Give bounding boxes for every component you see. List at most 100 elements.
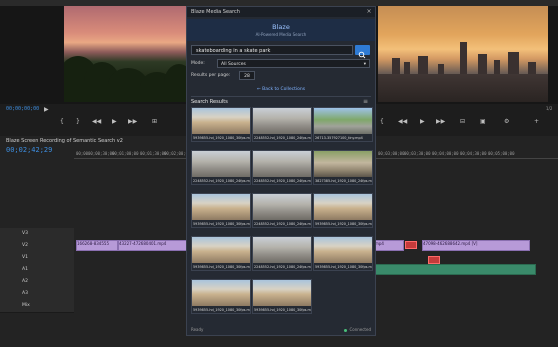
result-filename: 2248552-hd_1920_1080_24fps.mp4 — [254, 265, 312, 269]
railing — [378, 74, 548, 102]
results-per-page-input[interactable]: 28 — [239, 71, 255, 80]
result-preview-image — [314, 237, 372, 263]
mark-out-icon[interactable]: } — [76, 118, 80, 125]
step-forward-icon[interactable]: ▶▶ — [436, 118, 445, 125]
step-back-icon[interactable]: ◀◀ — [398, 118, 407, 125]
mark-in-icon[interactable]: { — [60, 118, 64, 125]
timeline-clip[interactable]: 47098-462688642.mp4 [V] — [422, 240, 530, 251]
result-thumbnail[interactable]: 26713-357927100_tiny.mp4 — [313, 107, 373, 142]
add-icon[interactable]: + — [534, 118, 539, 125]
result-filename: 2248552-hd_1920_1080_24fps.mp4 — [254, 222, 312, 226]
source-monitor — [0, 6, 186, 106]
back-to-collections-link[interactable]: ← Back to Collections — [187, 87, 375, 92]
result-thumbnail[interactable]: 5939855-hd_1920_1080_30fps.mp4 — [313, 236, 373, 271]
brand-name: Blaze — [272, 23, 290, 31]
ruler-label: 00;03;00;00 — [378, 151, 405, 156]
result-preview-image — [192, 237, 250, 263]
search-input[interactable]: skateboarding in a skate park — [191, 45, 353, 55]
play-icon[interactable]: ▶ — [44, 106, 49, 113]
program-controls: 1/2 { ◀◀ ▶ ▶▶ ⊟ ▣ ⚙ + — [374, 104, 558, 134]
insert-icon[interactable]: ⊞ — [152, 118, 157, 125]
blaze-search-panel: Blaze Media Search × Blaze AI-Powered Me… — [186, 6, 376, 336]
results-grid: 5939855-hd_1920_1080_30fps.mp4 2248552-hd… — [191, 107, 373, 323]
result-preview-image — [192, 108, 250, 134]
program-monitor — [374, 6, 558, 106]
result-filename: 2248552-hd_1920_1080_24fps.mp4 — [254, 136, 312, 140]
play-button-icon[interactable]: ▶ — [420, 118, 425, 125]
lift-icon[interactable]: ⊟ — [460, 118, 465, 125]
result-preview-image — [192, 194, 250, 220]
result-thumbnail[interactable]: 3827385-hd_1920_1080_24fps.mp4 — [313, 150, 373, 185]
export-frame-icon[interactable]: ▣ — [480, 118, 486, 125]
result-filename: 26713-357927100_tiny.mp4 — [315, 136, 363, 140]
timeline-clip[interactable]: mp4 — [374, 240, 404, 251]
results-menu-icon[interactable]: ≡ — [363, 98, 368, 105]
result-thumbnail[interactable]: 2248552-hd_1920_1080_24fps.mp4 — [191, 150, 251, 185]
result-thumbnail[interactable]: 5939855-hd_1920_1080_30fps.mp4 — [313, 193, 373, 228]
connection-status: Connected — [344, 327, 371, 332]
result-filename: 5939855-hd_1920_1080_30fps.mp4 — [193, 222, 251, 226]
footer-status: Ready — [191, 327, 204, 332]
track-header-mix[interactable]: Mix — [0, 300, 74, 313]
panel-tab-title: Blaze Media Search — [191, 9, 240, 15]
result-filename: 3827385-hd_1920_1080_24fps.mp4 — [315, 179, 373, 183]
result-preview-image — [192, 151, 250, 177]
source-controls: 00;00;00;00 ▶ { } ◀◀ ▶ ▶▶ ⊞ — [0, 104, 186, 134]
result-thumbnail[interactable]: 5939855-hd_1920_1080_30fps.mp4 — [252, 279, 312, 314]
brand-subtitle: AI-Powered Media Search — [255, 32, 307, 37]
step-back-icon[interactable]: ◀◀ — [92, 118, 101, 125]
close-icon[interactable]: × — [365, 7, 373, 16]
brand-header: Blaze AI-Powered Media Search — [187, 19, 375, 41]
mode-select[interactable]: All Sources ▾ — [217, 59, 370, 68]
result-filename: 5939855-hd_1920_1080_30fps.mp4 — [193, 308, 251, 312]
program-page-indicator: 1/2 — [546, 106, 553, 111]
timeline-clip[interactable]: 166268-834555 — [76, 240, 118, 251]
result-filename: 5939855-hd_1920_1080_30fps.mp4 — [315, 222, 373, 226]
mode-label: Mode: — [191, 61, 205, 66]
settings-icon[interactable]: ⚙ — [504, 118, 509, 125]
audio-clip[interactable] — [374, 264, 536, 275]
result-preview-image — [314, 108, 372, 134]
result-thumbnail[interactable]: 5939855-hd_1920_1080_30fps.mp4 — [191, 236, 251, 271]
source-monitor-frame — [64, 6, 186, 102]
ruler-label: 00;00;30;00 — [88, 151, 115, 156]
timeline-clip[interactable]: 43227-472680401.mp4 — [118, 240, 188, 251]
panel-tab[interactable]: Blaze Media Search × — [187, 7, 375, 17]
result-thumbnail[interactable]: 2248552-hd_1920_1080_24fps.mp4 — [252, 236, 312, 271]
result-preview-image — [192, 280, 250, 306]
ruler-label: 00;01;00;00 — [112, 151, 139, 156]
sequence-tab[interactable]: Blaze Screen Recording of Semantic Searc… — [6, 138, 123, 144]
result-thumbnail[interactable]: 2248552-hd_1920_1080_24fps.mp4 — [252, 150, 312, 185]
result-filename: 5939855-hd_1920_1080_30fps.mp4 — [254, 308, 312, 312]
result-filename: 5939855-hd_1920_1080_30fps.mp4 — [193, 265, 251, 269]
clip-marker[interactable] — [428, 256, 440, 264]
ruler-label: 00;00 — [76, 151, 89, 156]
result-preview-image — [314, 151, 372, 177]
result-filename: 2248552-hd_1920_1080_24fps.mp4 — [193, 179, 251, 183]
result-thumbnail[interactable]: 5939855-hd_1920_1080_30fps.mp4 — [191, 279, 251, 314]
panel-footer: Ready Connected — [187, 325, 375, 335]
result-preview-image — [253, 194, 311, 220]
ruler-label: 00;04;00;00 — [432, 151, 459, 156]
mark-in-icon[interactable]: { — [380, 118, 384, 125]
ruler-label: 00;04;30;00 — [460, 151, 487, 156]
result-thumbnail[interactable]: 2248552-hd_1920_1080_24fps.mp4 — [252, 193, 312, 228]
search-button[interactable] — [355, 45, 370, 59]
ruler-label: 00;01;30;00 — [140, 151, 167, 156]
step-forward-icon[interactable]: ▶▶ — [128, 118, 137, 125]
timeline-timecode[interactable]: 00;02;42;29 — [6, 146, 52, 154]
clip-marker[interactable] — [405, 241, 417, 249]
source-timecode: 00;00;00;00 — [6, 106, 40, 112]
results-title: Search Results — [191, 99, 228, 105]
ruler-label: 00;03;30;00 — [404, 151, 431, 156]
result-filename: 5939855-hd_1920_1080_30fps.mp4 — [193, 136, 251, 140]
divider — [191, 96, 371, 97]
result-preview-image — [253, 151, 311, 177]
result-filename: 2248552-hd_1920_1080_24fps.mp4 — [254, 179, 312, 183]
program-monitor-frame — [378, 6, 548, 102]
result-thumbnail[interactable]: 5939855-hd_1920_1080_30fps.mp4 — [191, 107, 251, 142]
play-button-icon[interactable]: ▶ — [112, 118, 117, 125]
result-thumbnail[interactable]: 2248552-hd_1920_1080_24fps.mp4 — [252, 107, 312, 142]
results-per-page-label: Results per page: — [191, 73, 231, 78]
result-thumbnail[interactable]: 5939855-hd_1920_1080_30fps.mp4 — [191, 193, 251, 228]
